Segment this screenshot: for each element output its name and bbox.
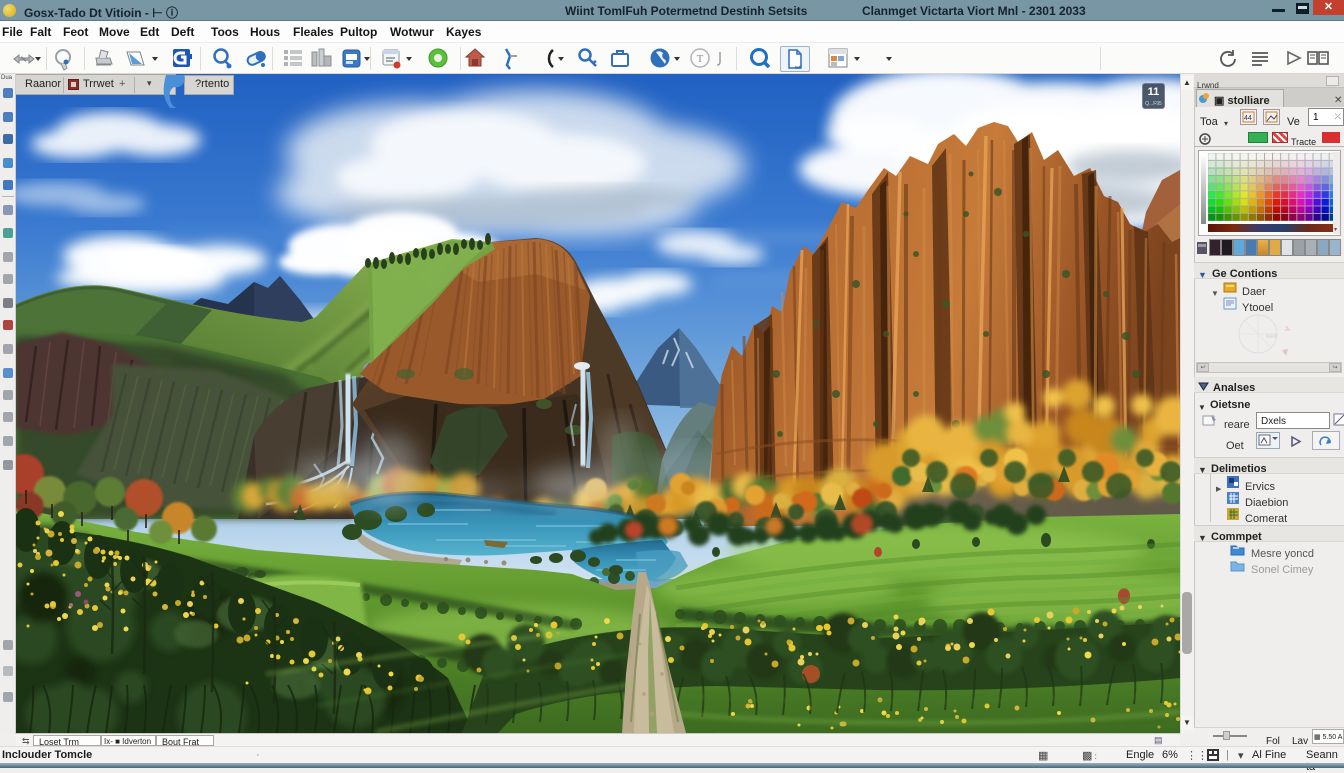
svg-text:weill: weill bbox=[1265, 334, 1278, 340]
svg-text:T: T bbox=[697, 53, 704, 65]
svg-text:44: 44 bbox=[1244, 115, 1252, 122]
